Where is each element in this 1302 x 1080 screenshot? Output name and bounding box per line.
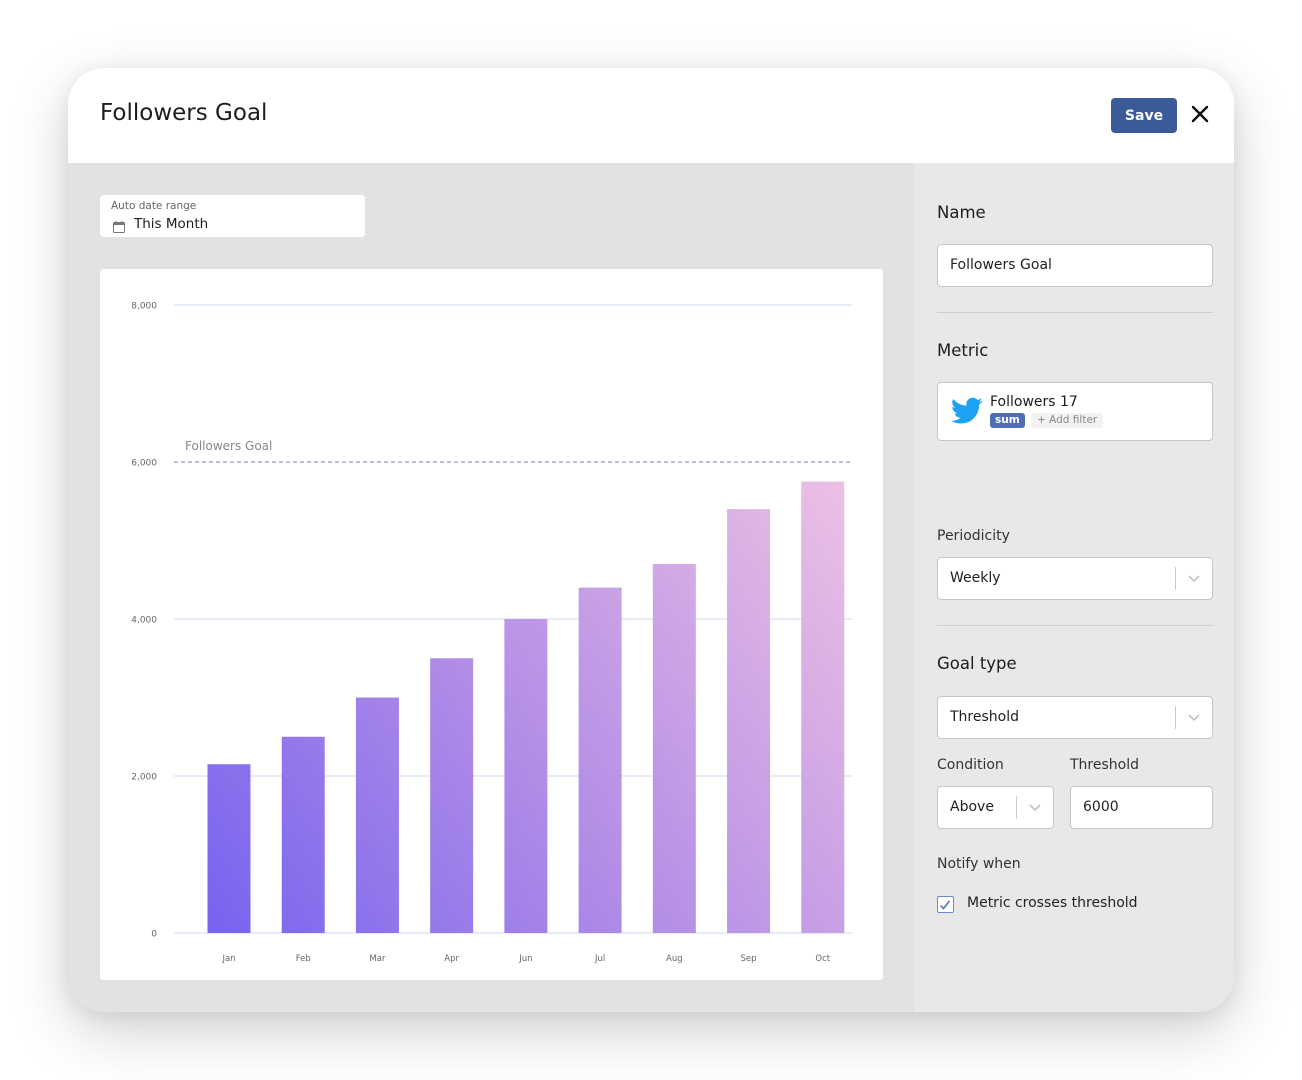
- x-tick-label: Jul: [594, 954, 605, 964]
- x-tick-label: Jun: [518, 954, 532, 964]
- notify-label: Notify when: [937, 856, 1021, 872]
- x-tick-label: Feb: [296, 954, 311, 964]
- threshold-input[interactable]: 6000: [1070, 786, 1213, 829]
- bar-aug[interactable]: [652, 564, 696, 933]
- bar-mar[interactable]: [355, 697, 399, 934]
- save-button[interactable]: Save: [1111, 98, 1177, 133]
- y-tick-label: 2,000: [131, 773, 157, 783]
- x-tick-label: Aug: [666, 954, 683, 964]
- divider: [937, 625, 1213, 626]
- select-separator: [1175, 567, 1176, 590]
- goal-editor-modal: Followers Goal Save Auto date range This…: [68, 68, 1234, 1012]
- threshold-value: 6000: [1083, 799, 1119, 815]
- condition-select[interactable]: Above: [937, 786, 1054, 829]
- goal-type-label: Goal type: [937, 654, 1017, 673]
- x-tick-label: Mar: [369, 954, 386, 964]
- goal-line-label: Followers Goal: [185, 439, 272, 453]
- date-range-value: This Month: [134, 216, 209, 232]
- periodicity-value: Weekly: [950, 570, 1001, 586]
- metric-name: Followers 17: [990, 394, 1078, 410]
- y-tick-label: 0: [151, 930, 157, 940]
- date-range-picker[interactable]: Auto date range This Month: [100, 195, 365, 237]
- metric-label: Metric: [937, 341, 989, 360]
- bar-sep[interactable]: [727, 509, 771, 933]
- goal-type-value: Threshold: [950, 709, 1019, 725]
- bar-jul[interactable]: [578, 587, 622, 933]
- chart-card: Followers Goal 0 2,000 4,000 6,000 8,000 Jan F…: [100, 269, 883, 980]
- calendar-icon: [113, 218, 125, 233]
- notify-option-label: Metric crosses threshold: [967, 895, 1138, 911]
- chart-preview-pane: Auto date range This Month Followers Goa…: [68, 163, 914, 1012]
- chevron-down-icon: [1028, 800, 1042, 814]
- periodicity-label: Periodicity: [937, 528, 1010, 544]
- name-label: Name: [937, 203, 986, 222]
- bar-oct[interactable]: [801, 481, 845, 933]
- y-tick-label: 4,000: [131, 616, 157, 626]
- bar-jan[interactable]: [207, 764, 251, 933]
- page-title: Followers Goal: [100, 100, 268, 126]
- bar-chart: Followers Goal 0 2,000 4,000 6,000 8,000 Jan F…: [131, 302, 852, 964]
- name-input-value: Followers Goal: [950, 257, 1052, 273]
- x-tick-label: Oct: [815, 954, 830, 964]
- date-range-label: Auto date range: [111, 200, 197, 212]
- name-input[interactable]: Followers Goal: [937, 244, 1213, 287]
- divider: [937, 312, 1213, 313]
- twitter-icon: [951, 397, 983, 425]
- close-icon[interactable]: [1188, 102, 1212, 126]
- condition-label: Condition: [937, 757, 1004, 773]
- bar-feb[interactable]: [281, 736, 325, 933]
- x-tick-label: Sep: [741, 954, 757, 964]
- aggregation-badge[interactable]: sum: [990, 413, 1025, 428]
- threshold-label: Threshold: [1070, 757, 1139, 773]
- add-filter-button[interactable]: + Add filter: [1031, 413, 1104, 428]
- x-tick-label: Apr: [444, 954, 459, 964]
- notify-checkbox[interactable]: [937, 896, 954, 913]
- select-separator: [1175, 706, 1176, 729]
- goal-type-select[interactable]: Threshold: [937, 696, 1213, 739]
- condition-value: Above: [950, 799, 994, 815]
- select-separator: [1016, 796, 1017, 819]
- settings-panel: Name Followers Goal Metric Followers 17 …: [914, 163, 1234, 1012]
- periodicity-select[interactable]: Weekly: [937, 557, 1213, 600]
- checkmark-icon: [939, 900, 951, 910]
- chevron-down-icon: [1187, 710, 1201, 724]
- chevron-down-icon: [1187, 571, 1201, 585]
- modal-header: Followers Goal Save: [68, 68, 1234, 163]
- x-tick-label: Jan: [221, 954, 235, 964]
- bar-apr[interactable]: [430, 658, 474, 933]
- y-tick-label: 6,000: [131, 459, 157, 469]
- bar-jun[interactable]: [504, 619, 548, 933]
- y-tick-label: 8,000: [131, 302, 157, 312]
- metric-selector[interactable]: Followers 17 sum + Add filter: [937, 382, 1213, 441]
